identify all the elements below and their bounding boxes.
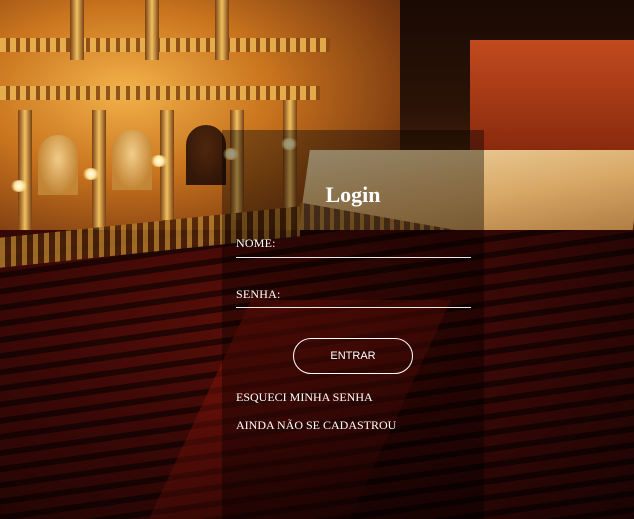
password-label: SENHA: <box>236 287 281 301</box>
register-link[interactable]: AINDA NÃO SE CADASTROU <box>236 418 396 433</box>
name-input[interactable] <box>282 234 470 252</box>
name-label: NOME: <box>236 236 276 250</box>
login-page: Login NOME: SENHA: ENTRAR ESQUECI MINHA … <box>0 0 634 519</box>
name-underline <box>236 257 471 258</box>
login-title: Login <box>325 182 381 207</box>
forgot-password-link[interactable]: ESQUECI MINHA SENHA <box>236 390 373 405</box>
password-input[interactable] <box>282 285 470 303</box>
password-underline <box>236 307 471 308</box>
enter-button[interactable]: ENTRAR <box>293 338 413 374</box>
